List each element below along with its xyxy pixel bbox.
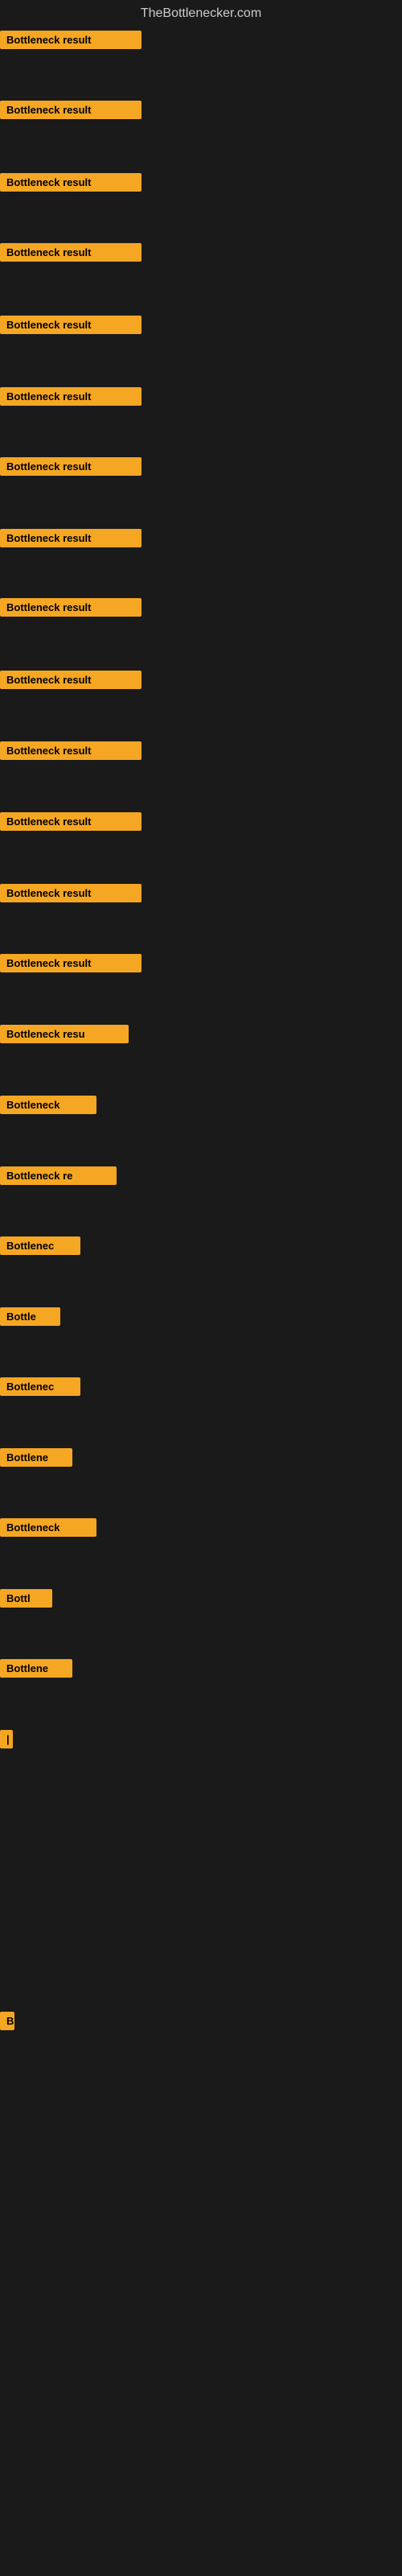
bottleneck-badge: Bottleneck result [0, 31, 142, 49]
bottleneck-item: Bottleneck result [0, 101, 142, 123]
bottleneck-item: Bottleneck re [0, 1166, 117, 1189]
bottleneck-badge: Bottleneck result [0, 457, 142, 476]
bottleneck-badge: Bottleneck result [0, 529, 142, 547]
bottleneck-item: Bottleneck result [0, 387, 142, 410]
bottleneck-item: | [0, 1730, 13, 1752]
bottleneck-badge: Bottlene [0, 1659, 72, 1678]
bottleneck-item: Bottleneck result [0, 884, 142, 906]
site-title: TheBottlenecker.com [0, 0, 402, 31]
bottleneck-badge: Bottl [0, 1589, 52, 1608]
bottleneck-badge: | [0, 1730, 13, 1748]
bottleneck-item: Bottleneck [0, 1096, 96, 1118]
bottleneck-item: Bottleneck result [0, 173, 142, 196]
bottleneck-badge: Bottleneck result [0, 812, 142, 831]
bottleneck-badge: Bottleneck resu [0, 1025, 129, 1043]
bottleneck-badge: Bottlenec [0, 1377, 80, 1396]
bottleneck-badge: Bottlene [0, 1448, 72, 1467]
bottleneck-item: Bottlene [0, 1659, 72, 1682]
bottleneck-item: Bottleneck resu [0, 1025, 129, 1047]
bottleneck-badge: Bottleneck result [0, 671, 142, 689]
bottleneck-badge: Bottleneck result [0, 101, 142, 119]
bottleneck-badge: B [0, 2012, 14, 2030]
bottleneck-badge: Bottleneck result [0, 598, 142, 617]
bottleneck-item: Bottl [0, 1589, 52, 1612]
bottleneck-badge: Bottleneck [0, 1518, 96, 1537]
bottleneck-badge: Bottle [0, 1307, 60, 1326]
bottleneck-item: Bottlene [0, 1448, 72, 1471]
bottleneck-item: B [0, 2012, 14, 2034]
bottleneck-badge: Bottleneck result [0, 954, 142, 972]
bottleneck-badge: Bottleneck result [0, 741, 142, 760]
bottleneck-badge: Bottlenec [0, 1236, 80, 1255]
bottleneck-item: Bottle [0, 1307, 60, 1330]
bottleneck-item: Bottleneck result [0, 741, 142, 764]
bottleneck-item: Bottlenec [0, 1236, 80, 1259]
bottleneck-item: Bottleneck [0, 1518, 96, 1541]
bottleneck-item: Bottlenec [0, 1377, 80, 1400]
site-header: TheBottlenecker.com [0, 0, 402, 31]
bottleneck-badge: Bottleneck result [0, 243, 142, 262]
bottleneck-badge: Bottleneck result [0, 884, 142, 902]
bottleneck-badge: Bottleneck result [0, 387, 142, 406]
bottleneck-item: Bottleneck result [0, 243, 142, 266]
bottleneck-badge: Bottleneck [0, 1096, 96, 1114]
bottleneck-badge: Bottleneck re [0, 1166, 117, 1185]
bottleneck-item: Bottleneck result [0, 457, 142, 480]
bottleneck-item: Bottleneck result [0, 529, 142, 551]
bottleneck-item: Bottleneck result [0, 598, 142, 621]
bottleneck-item: Bottleneck result [0, 954, 142, 976]
bottleneck-item: Bottleneck result [0, 31, 142, 53]
bottleneck-badge: Bottleneck result [0, 173, 142, 192]
bottleneck-item: Bottleneck result [0, 316, 142, 338]
bottleneck-badge: Bottleneck result [0, 316, 142, 334]
bottleneck-item: Bottleneck result [0, 671, 142, 693]
bottleneck-item: Bottleneck result [0, 812, 142, 835]
bottleneck-list: Bottleneck result Bottleneck result Bottle… [0, 31, 402, 2566]
